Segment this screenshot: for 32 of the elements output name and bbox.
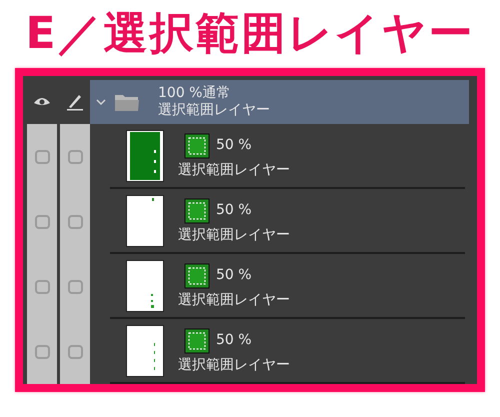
layer-name: 選択範囲レイヤー: [178, 226, 290, 244]
eye-icon: [33, 96, 51, 108]
folder-row[interactable]: 100 %通常 選択範囲レイヤー: [90, 80, 469, 124]
selection-layer-icon: [184, 198, 210, 224]
layer-name: 選択範囲レイヤー: [178, 162, 290, 178]
folder-icon: [114, 92, 140, 112]
opacity-label: 50 %: [216, 332, 252, 349]
visibility-checkbox[interactable]: [34, 150, 50, 164]
edit-checkbox[interactable]: [68, 150, 82, 164]
selection-layer-icon: [184, 328, 210, 354]
caret-icon[interactable]: [96, 99, 106, 105]
opacity-label: 50 %: [216, 202, 252, 219]
pen-icon: [66, 93, 84, 111]
layer-row[interactable]: 50 % 選択範囲レイヤー: [110, 254, 465, 319]
blend-mode-label: 100 %通常: [158, 85, 232, 102]
visibility-checkbox[interactable]: [34, 280, 50, 294]
edit-checkbox[interactable]: [68, 280, 82, 294]
opacity-label: 50 %: [216, 267, 252, 284]
layer-name: 選択範囲レイヤー: [178, 356, 290, 374]
selection-layer-icon: [184, 132, 210, 158]
heading: E／選択範囲レイヤー: [25, 7, 475, 61]
opacity-label: 50 %: [216, 137, 252, 154]
layer-row[interactable]: 50 % 選択範囲レイヤー: [110, 189, 465, 254]
edit-checkbox[interactable]: [68, 214, 82, 228]
visibility-checkbox[interactable]: [34, 344, 50, 358]
layer-name: 選択範囲レイヤー: [178, 292, 290, 308]
selection-layer-icon: [184, 262, 210, 288]
layer-row[interactable]: 50 % 選択範囲レイヤー: [110, 319, 465, 384]
layer-row[interactable]: 50 % 選択範囲レイヤー: [110, 124, 465, 189]
visibility-checkbox[interactable]: [34, 214, 50, 228]
folder-name: 選択範囲レイヤー: [158, 102, 270, 119]
edit-checkbox[interactable]: [68, 344, 82, 358]
